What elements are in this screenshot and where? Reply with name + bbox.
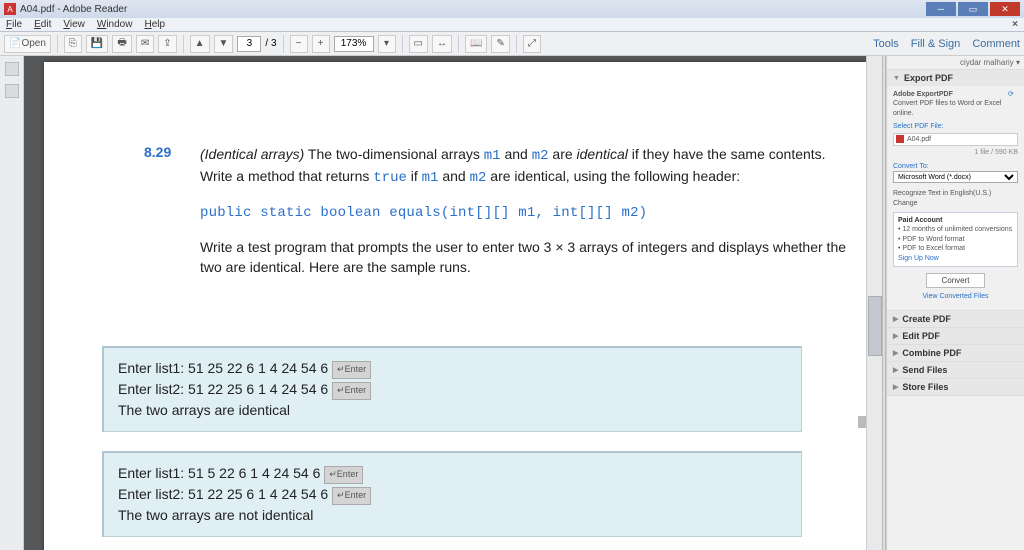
- send-files-header[interactable]: ▶Send Files: [887, 362, 1024, 378]
- read-mode-icon[interactable]: 📖: [465, 35, 487, 53]
- tools-side-panel: ciydar malhariy ▾ ▼Export PDF ⟳ Adobe Ex…: [886, 56, 1024, 550]
- doc-size-info: 1 file / 590 KB: [893, 148, 1018, 157]
- window-maximize-button[interactable]: ▭: [958, 2, 988, 16]
- selected-document-row[interactable]: A04.pdf: [893, 133, 1018, 146]
- separator: [402, 35, 403, 53]
- vertical-scrollbar[interactable]: [866, 56, 882, 550]
- document-viewport[interactable]: 8.29 (Identical arrays) The two-dimensio…: [24, 56, 866, 550]
- enter-key-icon: ↵Enter: [324, 466, 363, 484]
- print-icon[interactable]: 🖶: [112, 35, 131, 53]
- save-icon[interactable]: 💾: [86, 35, 108, 53]
- open-button[interactable]: 📄 Open: [4, 35, 51, 53]
- window-close-button[interactable]: ✕: [990, 2, 1020, 16]
- edit-pdf-header[interactable]: ▶Edit PDF: [887, 328, 1024, 344]
- signed-in-label[interactable]: ciydar malhariy ▾: [887, 56, 1024, 70]
- annotate-icon[interactable]: ✎: [491, 35, 509, 53]
- separator: [57, 35, 58, 53]
- thumbnails-icon[interactable]: [5, 62, 19, 76]
- share-icon[interactable]: ⇪: [158, 35, 176, 53]
- create-pdf-header[interactable]: ▶Create PDF: [887, 311, 1024, 327]
- comment-tab[interactable]: Comment: [972, 38, 1020, 50]
- expand-icon: ▶: [893, 332, 898, 340]
- collapse-icon: ▼: [893, 75, 900, 82]
- attachments-icon[interactable]: [5, 84, 19, 98]
- page-up-icon[interactable]: ▲: [190, 35, 210, 53]
- tools-tab[interactable]: Tools: [873, 38, 899, 50]
- menu-close-icon[interactable]: ×: [1012, 19, 1018, 30]
- window-title: A04.pdf - Adobe Reader: [20, 4, 127, 15]
- exercise-text: (Identical arrays) The two-dimensional a…: [200, 144, 860, 277]
- scroll-thumb[interactable]: [868, 296, 882, 356]
- menu-help[interactable]: Help: [144, 19, 165, 30]
- toolbar: 📄 Open ⎘ 💾 🖶 ✉ ⇪ ▲ ▼ / 3 − + ▾ ▭ ↔ 📖 ✎ ⤢…: [0, 32, 1024, 56]
- window-minimize-button[interactable]: ─: [926, 2, 956, 16]
- zoom-dropdown-icon[interactable]: ▾: [378, 35, 396, 53]
- pdf-icon: [896, 135, 904, 143]
- convert-to-label: Convert To:: [893, 162, 1018, 171]
- view-converted-link[interactable]: View Converted Files: [893, 292, 1018, 301]
- change-link[interactable]: Change: [893, 200, 918, 207]
- zoom-out-icon[interactable]: −: [290, 35, 308, 53]
- refresh-icon[interactable]: ⟳: [1008, 90, 1018, 100]
- enter-key-icon: ↵Enter: [332, 361, 371, 379]
- blurb: Convert PDF files to Word or Excel onlin…: [893, 100, 1001, 116]
- menu-view[interactable]: View: [63, 19, 85, 30]
- sign-up-link[interactable]: Sign Up Now: [898, 255, 939, 262]
- fit-width-icon[interactable]: ↔: [432, 35, 452, 53]
- email-icon[interactable]: ✉: [136, 35, 154, 53]
- recognize-text-label: Recognize Text in English(U.S.)Change: [893, 189, 1018, 208]
- page-total: / 3: [265, 38, 276, 49]
- menu-edit[interactable]: Edit: [34, 19, 51, 30]
- pdf-page: 8.29 (Identical arrays) The two-dimensio…: [44, 62, 866, 550]
- expand-icon: ▶: [893, 315, 898, 323]
- adobe-exportpdf-label: Adobe ExportPDF: [893, 91, 953, 98]
- exercise-number: 8.29: [144, 144, 171, 160]
- left-nav-rail: [0, 56, 24, 550]
- menu-file[interactable]: File: [6, 19, 22, 30]
- method-signature: public static boolean equals(int[][] m1,…: [200, 203, 860, 223]
- sample-run-2: Enter list1: 51 5 22 6 1 4 24 54 6 ↵Ente…: [102, 451, 802, 537]
- enter-key-icon: ↵Enter: [332, 382, 371, 400]
- panel-drag-handle[interactable]: [858, 416, 866, 428]
- store-files-header[interactable]: ▶Store Files: [887, 379, 1024, 395]
- zoom-input[interactable]: [334, 36, 374, 52]
- combine-pdf-header[interactable]: ▶Combine PDF: [887, 345, 1024, 361]
- select-pdf-label: Select PDF File:: [893, 122, 1018, 131]
- separator: [516, 35, 517, 53]
- zoom-in-icon[interactable]: +: [312, 35, 330, 53]
- separator: [283, 35, 284, 53]
- app-icon: A: [4, 3, 16, 15]
- separator: [458, 35, 459, 53]
- convert-to-select[interactable]: Microsoft Word (*.docx): [893, 171, 1018, 183]
- expand-icon: ▶: [893, 366, 898, 374]
- sample-run-1: Enter list1: 51 25 22 6 1 4 24 54 6 ↵Ent…: [102, 346, 802, 432]
- fit-page-icon[interactable]: ▭: [409, 35, 428, 53]
- paid-account-box: Paid Account • 12 months of unlimited co…: [893, 212, 1018, 267]
- fill-sign-tab[interactable]: Fill & Sign: [911, 38, 961, 50]
- expand-icon: ▶: [893, 383, 898, 391]
- convert-button[interactable]: Convert: [926, 273, 984, 288]
- titlebar: A A04.pdf - Adobe Reader ─ ▭ ✕: [0, 0, 1024, 18]
- fullscreen-icon[interactable]: ⤢: [523, 35, 541, 53]
- enter-key-icon: ↵Enter: [332, 487, 371, 505]
- separator: [183, 35, 184, 53]
- panel-resize-handle[interactable]: [882, 56, 886, 550]
- page-down-icon[interactable]: ▼: [214, 35, 234, 53]
- page-number-input[interactable]: [237, 36, 261, 52]
- create-pdf-icon[interactable]: ⎘: [64, 35, 82, 53]
- menu-bar: File Edit View Window Help ×: [0, 18, 1024, 32]
- menu-window[interactable]: Window: [97, 19, 133, 30]
- export-pdf-header[interactable]: ▼Export PDF: [887, 70, 1024, 86]
- expand-icon: ▶: [893, 349, 898, 357]
